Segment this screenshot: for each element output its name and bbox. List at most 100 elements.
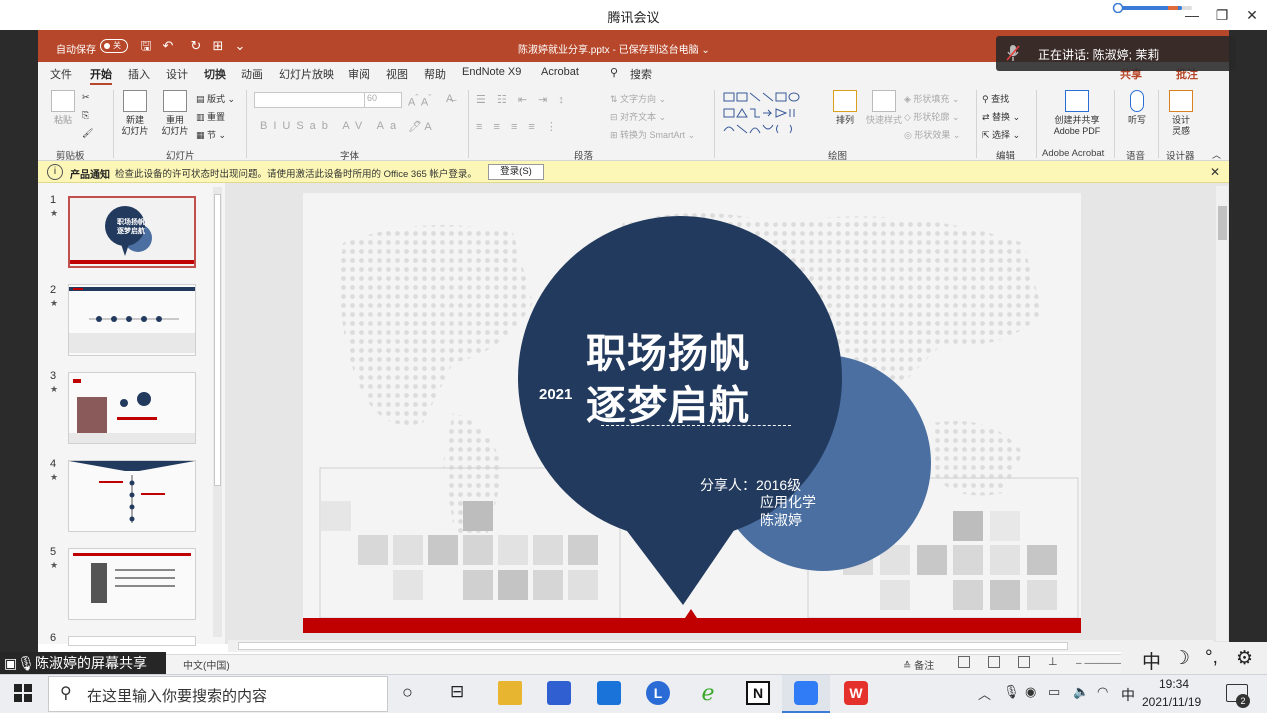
- close-notification-icon[interactable]: ✕: [1210, 165, 1220, 179]
- reset-button[interactable]: ▥ 重置: [196, 110, 225, 123]
- canvas-scrollbar[interactable]: [1216, 186, 1228, 641]
- current-slide[interactable]: 职场扬帆 逐梦启航 2021 分享人：2016级 应用化学 陈淑婷: [303, 193, 1081, 633]
- layout-button[interactable]: ▤ 版式 ⌄: [196, 92, 235, 105]
- copy-icon[interactable]: ⎘: [82, 110, 89, 121]
- paste-button[interactable]: 粘贴: [48, 90, 78, 126]
- slide-sorter-icon[interactable]: [988, 656, 1000, 668]
- redo-icon[interactable]: ↻: [188, 38, 204, 54]
- punctuation-icon[interactable]: °,: [1205, 647, 1218, 669]
- clock-time[interactable]: 19:34: [1159, 677, 1189, 691]
- app-tray-icon[interactable]: ◉: [1025, 684, 1036, 700]
- windows-start-icon[interactable]: [13, 683, 33, 703]
- search-icon[interactable]: ⚲: [610, 66, 618, 79]
- restore-icon[interactable]: ❐: [1212, 6, 1232, 24]
- status-language[interactable]: 中文(中国): [183, 657, 230, 672]
- align-text-button[interactable]: ⊟ 对齐文本 ⌄: [610, 110, 666, 123]
- designer-button[interactable]: 设计 灵感: [1166, 90, 1196, 137]
- grow-font-icon[interactable]: Aˆ Aˇ: [408, 93, 431, 109]
- new-slide-button[interactable]: 新建 幻灯片: [120, 90, 150, 137]
- tab-acrobat[interactable]: Acrobat: [541, 66, 579, 78]
- smartart-button[interactable]: ⊞ 转换为 SmartArt ⌄: [610, 128, 695, 141]
- login-button[interactable]: 登录(S): [488, 164, 544, 180]
- shape-effects-button[interactable]: ◎ 形状效果 ⌄: [904, 128, 960, 141]
- slide-thumbnail-4[interactable]: [68, 460, 196, 532]
- close-icon[interactable]: ✕: [1242, 6, 1262, 24]
- cortana-icon[interactable]: ○: [402, 682, 413, 703]
- ie-browser-icon[interactable]: ℯ: [696, 681, 720, 705]
- clock-date[interactable]: 2021/11/19: [1142, 695, 1201, 709]
- slide-thumbnail-2[interactable]: [68, 284, 196, 356]
- minimize-icon[interactable]: —: [1182, 6, 1202, 24]
- tab-insert[interactable]: 插入: [128, 66, 150, 82]
- shapes-gallery[interactable]: [722, 90, 822, 140]
- microphone-tray-icon[interactable]: 🎙: [1003, 684, 1020, 700]
- font-style-buttons[interactable]: BIUSab AV Aa: [260, 120, 402, 132]
- search-label[interactable]: 搜索: [630, 66, 652, 82]
- tab-design[interactable]: 设计: [166, 66, 188, 82]
- slide-thumbnail-6[interactable]: [68, 636, 196, 646]
- autosave-toggle[interactable]: 关: [100, 39, 128, 53]
- mail-icon[interactable]: [597, 681, 621, 705]
- file-explorer-icon[interactable]: [498, 681, 522, 705]
- gear-icon[interactable]: ⚙: [1236, 647, 1253, 670]
- horizontal-scroll-thumb[interactable]: [238, 642, 1068, 650]
- taskbar-search-placeholder[interactable]: 在这里输入你要搜索的内容: [87, 685, 267, 706]
- thumbnail-scroll-thumb[interactable]: [214, 194, 221, 486]
- font-family-combo[interactable]: [254, 92, 366, 108]
- tab-review[interactable]: 审阅: [348, 66, 370, 82]
- document-title[interactable]: 陈淑婷就业分享.pptx - 已保存到这台电脑 ⌄: [518, 41, 710, 56]
- task-view-icon[interactable]: ⊟: [450, 682, 464, 702]
- quick-styles-button[interactable]: 快速样式: [864, 90, 904, 126]
- list-buttons[interactable]: ☰ ☷ ⇤ ⇥ ↕: [476, 93, 568, 106]
- replace-button[interactable]: ⇄ 替换 ⌄: [982, 110, 1020, 123]
- store-icon[interactable]: [547, 681, 571, 705]
- notion-icon[interactable]: N: [746, 681, 770, 705]
- text-direction-button[interactable]: ⇅ 文字方向 ⌄: [610, 92, 666, 105]
- tab-transitions[interactable]: 切换: [204, 66, 226, 82]
- format-painter-icon[interactable]: 🖌: [82, 128, 93, 139]
- start-slideshow-icon[interactable]: ⊞: [210, 38, 226, 54]
- normal-view-icon[interactable]: [958, 656, 970, 668]
- highlight-color-icon[interactable]: 🖊 A: [408, 120, 432, 133]
- canvas-scroll-thumb[interactable]: [1218, 206, 1227, 240]
- tab-help[interactable]: 帮助: [424, 66, 446, 82]
- reuse-slide-button[interactable]: 重用 幻灯片: [160, 90, 190, 137]
- undo-icon[interactable]: ↶: [160, 38, 176, 54]
- wps-icon[interactable]: W: [844, 681, 868, 705]
- reading-view-icon[interactable]: [1018, 656, 1030, 668]
- moon-icon[interactable]: ☽: [1173, 647, 1190, 670]
- show-hidden-icons[interactable]: ︿: [978, 684, 991, 703]
- arrange-button[interactable]: 排列: [830, 90, 860, 126]
- create-share-pdf-button[interactable]: 创建并共享 Adobe PDF: [1048, 90, 1106, 137]
- battery-icon[interactable]: ▭: [1048, 684, 1060, 700]
- section-button[interactable]: ▦ 节 ⌄: [196, 128, 226, 141]
- font-size-combo[interactable]: 60: [364, 92, 402, 108]
- find-button[interactable]: ⚲ 查找: [982, 92, 1009, 105]
- slideshow-icon[interactable]: ⊥: [1048, 655, 1060, 668]
- tab-animations[interactable]: 动画: [241, 66, 263, 82]
- tab-endnote[interactable]: EndNote X9: [462, 66, 521, 78]
- slide-thumbnail-1[interactable]: 职场扬帆 逐梦启航: [68, 196, 196, 268]
- ime-chinese-mode[interactable]: 中: [1142, 647, 1161, 674]
- notes-button[interactable]: ≙ 备注: [903, 657, 934, 672]
- collapse-ribbon-icon[interactable]: ︿: [1212, 148, 1221, 161]
- tab-home[interactable]: 开始: [90, 66, 112, 85]
- cut-icon[interactable]: ✂: [82, 92, 90, 103]
- dictate-button[interactable]: 听写: [1122, 90, 1152, 126]
- volume-icon[interactable]: 🔈: [1073, 684, 1089, 700]
- select-button[interactable]: ⇱ 选择 ⌄: [982, 128, 1020, 141]
- customize-qat-icon[interactable]: ⌄: [232, 38, 248, 54]
- tab-view[interactable]: 视图: [386, 66, 408, 82]
- align-buttons[interactable]: ≡ ≡ ≡ ≡ ⋮: [476, 120, 561, 133]
- taskbar-ime-indicator[interactable]: 中: [1121, 685, 1135, 705]
- tab-slideshow[interactable]: 幻灯片放映: [279, 66, 334, 82]
- slide-thumbnail-5[interactable]: [68, 548, 196, 620]
- shape-fill-button[interactable]: ◈ 形状填充 ⌄: [904, 92, 959, 105]
- tab-file[interactable]: 文件: [50, 66, 72, 82]
- slide-thumbnail-3[interactable]: [68, 372, 196, 444]
- lark-app-icon[interactable]: L: [646, 681, 670, 705]
- wifi-icon[interactable]: ◠: [1097, 684, 1108, 700]
- shape-outline-button[interactable]: ◇ 形状轮廓 ⌄: [904, 110, 959, 123]
- save-icon[interactable]: 🖫: [138, 38, 154, 54]
- clear-format-icon[interactable]: A̶: [446, 93, 453, 105]
